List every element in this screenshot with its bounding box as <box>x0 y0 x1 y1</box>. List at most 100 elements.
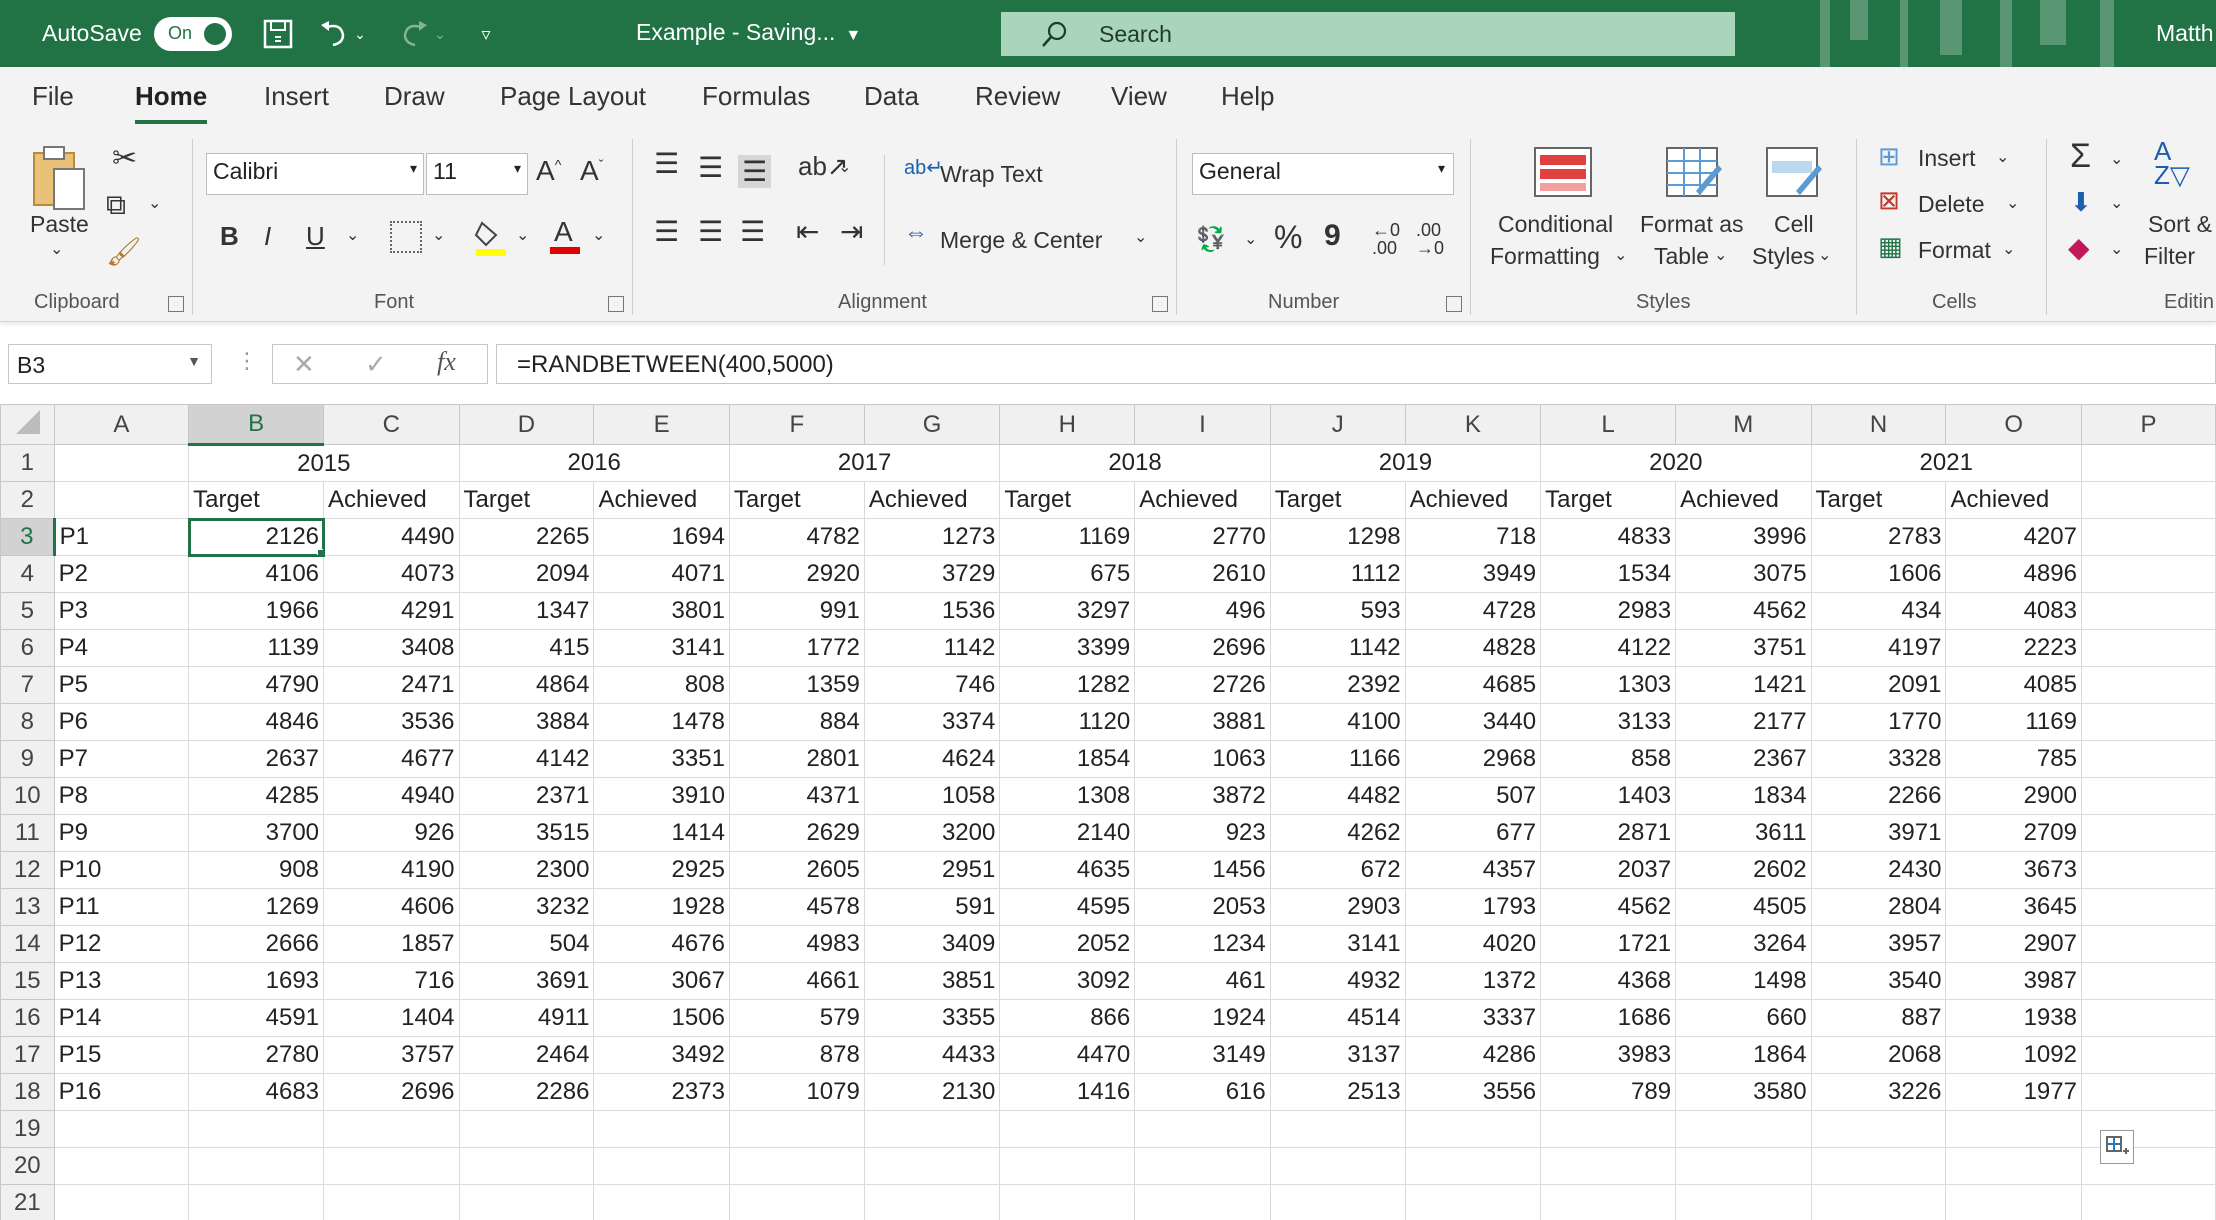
product-label[interactable]: P16 <box>53 1073 190 1111</box>
data-cell[interactable]: 4562 <box>1540 888 1677 926</box>
data-cell[interactable]: 4490 <box>323 518 460 556</box>
achieved-header[interactable]: Achieved <box>1134 481 1271 519</box>
alignment-launcher-icon[interactable] <box>1152 296 1168 312</box>
data-cell[interactable]: 1142 <box>863 629 1001 667</box>
data-cell[interactable]: 2371 <box>458 777 595 815</box>
data-cell[interactable]: 4100 <box>1269 703 1406 741</box>
chevron-down-icon[interactable]: ⌄ <box>1996 147 2009 167</box>
data-cell[interactable]: 3729 <box>863 555 1001 593</box>
data-cell[interactable]: 4357 <box>1404 851 1542 889</box>
data-cell[interactable]: 2052 <box>999 925 1136 963</box>
tab-home[interactable]: Home <box>135 81 208 124</box>
data-cell[interactable]: 1498 <box>1675 962 1812 1000</box>
data-cell[interactable]: 1857 <box>323 925 460 963</box>
tab-review[interactable]: Review <box>975 81 1060 112</box>
data-cell[interactable]: 461 <box>1134 962 1271 1000</box>
data-cell[interactable]: 3141 <box>1269 925 1406 963</box>
data-cell[interactable]: 1506 <box>593 999 730 1037</box>
row-header-18[interactable]: 18 <box>0 1073 55 1111</box>
data-cell[interactable]: 4676 <box>593 925 730 963</box>
product-label[interactable]: P4 <box>53 629 190 667</box>
data-cell[interactable]: 507 <box>1404 777 1542 815</box>
insert-function-button[interactable]: fx <box>437 347 456 377</box>
product-label[interactable]: P7 <box>53 740 190 778</box>
column-header-g[interactable]: G <box>863 404 1001 445</box>
column-header-e[interactable]: E <box>593 404 730 445</box>
data-cell[interactable]: 2605 <box>728 851 865 889</box>
data-cell[interactable]: 4562 <box>1675 592 1812 630</box>
empty-cell[interactable] <box>863 1184 1001 1220</box>
data-cell[interactable]: 1404 <box>323 999 460 1037</box>
data-cell[interactable]: 3881 <box>1134 703 1271 741</box>
data-cell[interactable]: 677 <box>1404 814 1542 852</box>
data-cell[interactable]: 2140 <box>999 814 1136 852</box>
clear-dropdown-icon[interactable]: ⌄ <box>2110 239 2123 259</box>
data-cell[interactable]: 4683 <box>188 1073 325 1111</box>
empty-cell[interactable] <box>2080 518 2216 556</box>
increase-font-size-icon[interactable]: A^ <box>536 155 561 187</box>
data-cell[interactable]: 2471 <box>323 666 460 704</box>
empty-cell[interactable] <box>188 1147 325 1185</box>
decrease-indent-icon[interactable]: ⇤ <box>796 215 819 248</box>
cell-a1[interactable] <box>53 444 190 482</box>
document-title[interactable]: Example - Saving... ▼ <box>636 19 861 46</box>
data-cell[interactable]: 2037 <box>1540 851 1677 889</box>
empty-cell[interactable] <box>188 1184 325 1220</box>
empty-cell[interactable] <box>458 1147 595 1185</box>
empty-cell[interactable] <box>1675 1110 1812 1148</box>
data-cell[interactable]: 1421 <box>1675 666 1812 704</box>
year-header-2021[interactable]: 2021 <box>1810 444 2082 482</box>
empty-cell[interactable] <box>1269 1147 1406 1185</box>
data-cell[interactable]: 3801 <box>593 592 730 630</box>
number-launcher-icon[interactable] <box>1446 296 1462 312</box>
product-label[interactable]: P5 <box>53 666 190 704</box>
data-cell[interactable]: 4595 <box>999 888 1136 926</box>
number-format-select[interactable]: General ▾ <box>1192 153 1454 195</box>
empty-cell[interactable] <box>1810 1147 1947 1185</box>
product-label[interactable]: P8 <box>53 777 190 815</box>
data-cell[interactable]: 1456 <box>1134 851 1271 889</box>
data-cell[interactable]: 3297 <box>999 592 1136 630</box>
comma-style-button[interactable]: 9 <box>1324 219 1341 253</box>
data-cell[interactable]: 884 <box>728 703 865 741</box>
empty-cell[interactable] <box>1945 1147 2082 1185</box>
format-as-table-label-1[interactable]: Format as <box>1640 211 1744 238</box>
achieved-header[interactable]: Achieved <box>323 481 460 519</box>
italic-button[interactable]: I <box>264 221 271 252</box>
data-cell[interactable]: 2373 <box>593 1073 730 1111</box>
data-cell[interactable]: 3851 <box>863 962 1001 1000</box>
data-cell[interactable]: 3092 <box>999 962 1136 1000</box>
align-bottom-icon[interactable]: ☰ <box>738 155 772 188</box>
more-options-icon[interactable]: ⋮ <box>236 348 258 374</box>
empty-cell[interactable] <box>1269 1110 1406 1148</box>
data-cell[interactable]: 4190 <box>323 851 460 889</box>
achieved-header[interactable]: Achieved <box>863 481 1001 519</box>
row-header-15[interactable]: 15 <box>0 962 55 1000</box>
tab-page-layout[interactable]: Page Layout <box>500 81 646 112</box>
empty-cell[interactable] <box>1810 1184 1947 1220</box>
data-cell[interactable]: 991 <box>728 592 865 630</box>
data-cell[interactable]: 2925 <box>593 851 730 889</box>
data-cell[interactable]: 3075 <box>1675 555 1812 593</box>
data-cell[interactable]: 4661 <box>728 962 865 1000</box>
empty-cell[interactable] <box>999 1110 1136 1148</box>
data-cell[interactable]: 4790 <box>188 666 325 704</box>
active-cell[interactable]: 2126 <box>187 517 325 557</box>
data-cell[interactable]: 1606 <box>1810 555 1947 593</box>
target-header[interactable]: Target <box>188 481 325 519</box>
autosum-icon[interactable]: Σ <box>2070 137 2091 176</box>
empty-cell[interactable] <box>53 1184 190 1220</box>
undo-icon[interactable] <box>314 14 354 54</box>
column-header-f[interactable]: F <box>728 404 865 445</box>
empty-cell[interactable] <box>53 1147 190 1185</box>
data-cell[interactable]: 785 <box>1945 740 2082 778</box>
data-cell[interactable]: 2130 <box>863 1073 1001 1111</box>
orientation-dropdown-icon[interactable]: ⌄ <box>838 157 851 177</box>
paste-label[interactable]: Paste <box>30 211 89 238</box>
empty-cell[interactable] <box>1404 1147 1542 1185</box>
clipboard-launcher-icon[interactable] <box>168 296 184 312</box>
achieved-header[interactable]: Achieved <box>1675 481 1812 519</box>
empty-cell[interactable] <box>2080 629 2216 667</box>
data-cell[interactable]: 1793 <box>1404 888 1542 926</box>
select-all-corner[interactable] <box>0 404 55 445</box>
